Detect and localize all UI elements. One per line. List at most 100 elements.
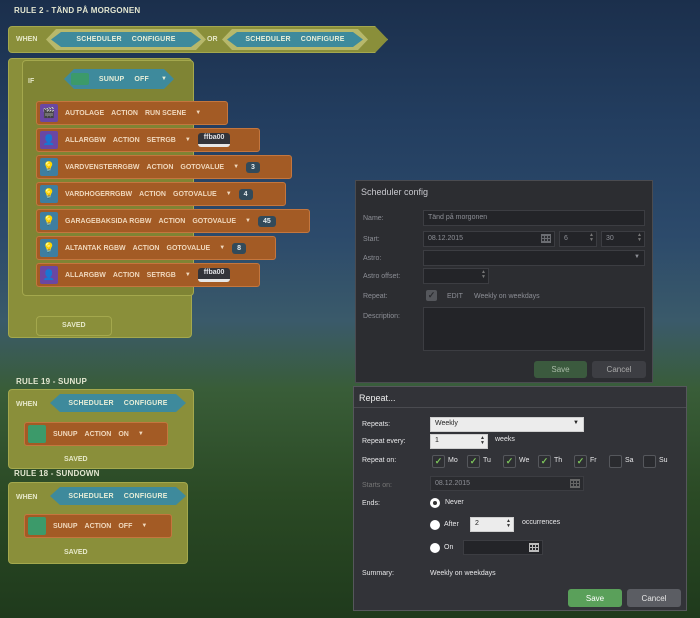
day-label: Fr <box>590 457 597 464</box>
repeat-edit-link[interactable]: EDIT <box>447 293 463 300</box>
day-label: Tu <box>483 457 491 464</box>
after-count-field[interactable]: 2 ▲ ▼ <box>470 517 514 532</box>
after-radio[interactable] <box>430 520 440 530</box>
action-command[interactable]: GOTOVALUE <box>167 245 211 252</box>
repeat-checkbox[interactable]: ✓ <box>426 290 437 301</box>
action-command[interactable]: GOTOVALUE <box>173 191 217 198</box>
start-hour-field[interactable]: 6 ▲ ▼ <box>559 231 597 247</box>
never-radio[interactable] <box>430 498 440 508</box>
chevron-down-icon[interactable]: ▼ <box>185 272 191 278</box>
trigger-2[interactable]: SCHEDULER CONFIGURE <box>222 29 368 50</box>
chevron-down-icon[interactable]: ▼ <box>226 191 232 197</box>
color-value[interactable]: ffba00 <box>197 133 231 147</box>
numeric-value[interactable]: 45 <box>257 215 276 227</box>
calendar-icon[interactable] <box>529 543 539 552</box>
on-date-radio[interactable] <box>430 543 440 553</box>
chevron-down-icon[interactable]: ▼ <box>195 110 201 116</box>
calendar-icon[interactable] <box>541 234 551 243</box>
day-checkbox-tu[interactable]: ✓ <box>467 455 480 468</box>
rule19-trigger-source: SCHEDULER <box>68 399 114 407</box>
chevron-down-icon[interactable]: ▼ <box>233 164 239 170</box>
color-value[interactable]: ffba00 <box>197 268 231 282</box>
rule19-value[interactable]: ON <box>118 431 129 438</box>
name-label: Name: <box>363 215 384 222</box>
rule19-device: SUNUP <box>53 430 78 438</box>
repeat-every-label: Repeat every: <box>362 438 406 445</box>
action-row[interactable]: 💡 GARAGEBAKSIDA RGBW ACTION GOTOVALUE ▼ 45 <box>36 209 310 233</box>
condition-device: SUNUP <box>98 75 125 83</box>
action-verb: ACTION <box>146 163 174 171</box>
day-checkbox-sa[interactable]: ✓ <box>609 455 622 468</box>
scene-icon: 🎬 <box>40 104 58 122</box>
trigger-1[interactable]: SCHEDULER CONFIGURE <box>46 29 206 50</box>
rule18-verb: ACTION <box>84 522 112 530</box>
chevron-down-icon: ▼ <box>573 420 579 426</box>
repeat-cancel-button[interactable]: Cancel <box>627 589 681 607</box>
when-label: WHEN <box>16 36 38 43</box>
astro-offset-field[interactable]: ▲ ▼ <box>423 268 489 284</box>
sunup-condition[interactable]: SUNUP OFF ▼ <box>64 69 174 89</box>
action-device: AUTOLAGE <box>65 109 105 117</box>
action-device: ALLARGBW <box>65 136 106 144</box>
action-device: ALTANTAK RGBW <box>65 244 126 252</box>
ends-label: Ends: <box>362 500 380 507</box>
after-label: After <box>444 521 459 528</box>
condition-value[interactable]: OFF <box>134 76 149 83</box>
day-checkbox-th[interactable]: ✓ <box>538 455 551 468</box>
action-command[interactable]: GOTOVALUE <box>180 164 224 171</box>
rule-18-title: RULE 18 - SUNDOWN <box>14 469 100 478</box>
rule19-action[interactable]: SUNUP ACTION ON ▼ <box>24 422 168 446</box>
rule18-trigger[interactable]: SCHEDULER CONFIGURE <box>50 487 186 505</box>
repeats-select[interactable]: Weekly ▼ <box>430 417 584 432</box>
action-verb: ACTION <box>112 271 140 279</box>
rule-2-title: RULE 2 - TÄND PÅ MORGONEN <box>14 6 141 15</box>
rule19-when: WHEN <box>16 401 38 408</box>
summary-label: Summary: <box>362 570 394 577</box>
astro-label: Astro: <box>363 255 382 262</box>
lightbulb-icon: 💡 <box>40 185 58 203</box>
chevron-down-icon[interactable]: ▼ <box>185 137 191 143</box>
day-checkbox-mo[interactable]: ✓ <box>432 455 445 468</box>
repeat-save-button[interactable]: Save <box>568 589 622 607</box>
chevron-down-icon[interactable]: ▼ <box>245 218 251 224</box>
chevron-down-icon[interactable]: ▼ <box>219 245 225 251</box>
scheduler-save-button[interactable]: Save <box>534 361 587 378</box>
rule18-value[interactable]: OFF <box>118 523 132 530</box>
action-device: GARAGEBAKSIDA RGBW <box>65 217 152 225</box>
action-row[interactable]: 💡 VARDHOGERRGBW ACTION GOTOVALUE ▼ 4 <box>36 182 286 206</box>
action-row[interactable]: 👤 ALLARGBW ACTION SETRGB ▼ ffba00 <box>36 263 260 287</box>
numeric-value[interactable]: 3 <box>246 161 260 173</box>
action-command[interactable]: SETRGB <box>147 272 176 279</box>
scheduler-cancel-button[interactable]: Cancel <box>592 361 646 378</box>
numeric-value[interactable]: 8 <box>232 242 247 254</box>
rule19-trigger[interactable]: SCHEDULER CONFIGURE <box>50 394 186 412</box>
starts-on-field: 08.12.2015 <box>430 476 584 491</box>
chevron-down-icon: ▼ <box>634 254 640 260</box>
day-checkbox-fr[interactable]: ✓ <box>574 455 587 468</box>
rule-19-title: RULE 19 - SUNUP <box>16 377 88 386</box>
numeric-value[interactable]: 4 <box>238 188 253 200</box>
action-command[interactable]: RUN SCENE <box>145 110 186 117</box>
action-command[interactable]: GOTOVALUE <box>192 218 236 225</box>
repeat-every-field[interactable]: 1 ▲ ▼ <box>430 434 488 449</box>
name-field[interactable]: Tänd på morgonen <box>423 210 645 226</box>
description-label: Description: <box>363 313 400 320</box>
lightbulb-icon: 💡 <box>40 212 58 230</box>
rule18-action[interactable]: SUNUP ACTION OFF ▼ <box>24 514 172 538</box>
action-row[interactable]: 💡 ALTANTAK RGBW ACTION GOTOVALUE ▼ 8 <box>36 236 276 260</box>
action-command[interactable]: SETRGB <box>147 137 176 144</box>
action-row[interactable]: 💡 VARDVENSTERRGBW ACTION GOTOVALUE ▼ 3 <box>36 155 292 179</box>
starts-on-value: 08.12.2015 <box>435 480 471 487</box>
astro-select[interactable]: ▼ <box>423 250 645 266</box>
trigger-2-source: SCHEDULER <box>245 36 291 43</box>
start-date-field[interactable]: 08.12.2015 <box>423 231 555 247</box>
action-row[interactable]: 👤 ALLARGBW ACTION SETRGB ▼ ffba00 <box>36 128 260 152</box>
description-field[interactable] <box>423 307 645 351</box>
never-label: Never <box>445 499 464 506</box>
day-checkbox-we[interactable]: ✓ <box>503 455 516 468</box>
action-verb: ACTION <box>158 217 186 225</box>
action-row[interactable]: 🎬 AUTOLAGE ACTION RUN SCENE ▼ <box>36 101 228 125</box>
on-date-field[interactable] <box>463 540 543 555</box>
start-minute-field[interactable]: 30 ▲ ▼ <box>601 231 645 247</box>
day-checkbox-su[interactable]: ✓ <box>643 455 656 468</box>
